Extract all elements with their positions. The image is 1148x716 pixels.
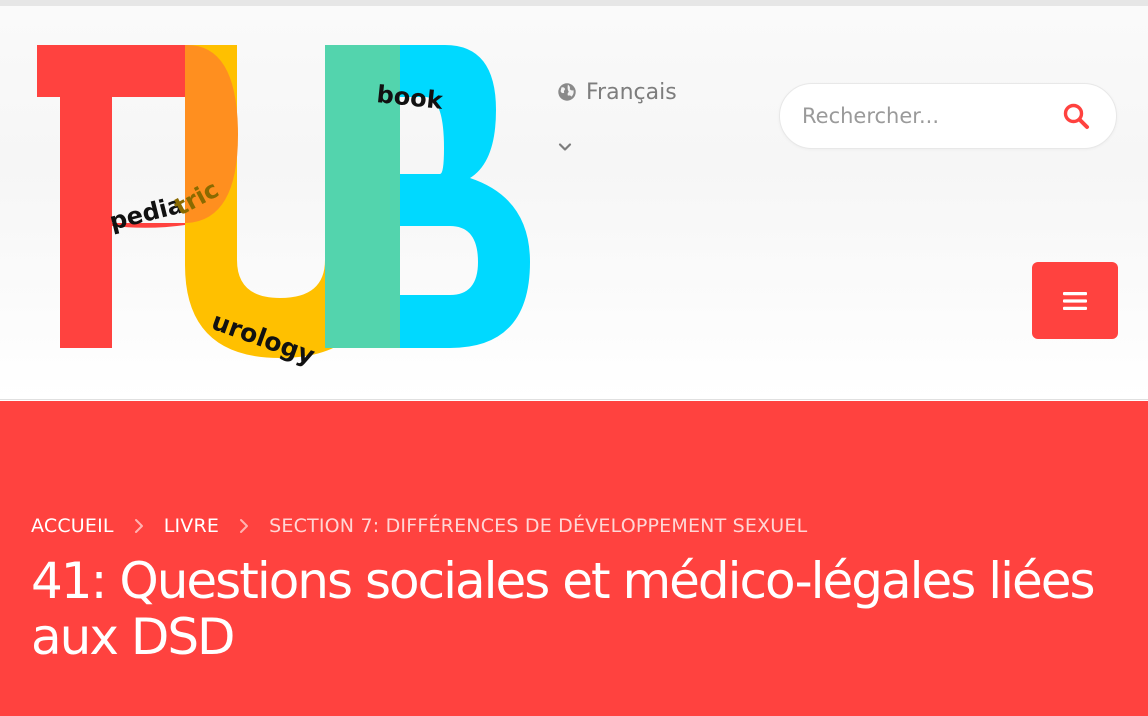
chevron-right-icon xyxy=(240,519,249,533)
page-hero: ACCUEIL LIVRE SECTION 7: DIFFÉRENCES DE … xyxy=(0,401,1148,716)
search-input[interactable] xyxy=(802,94,1052,138)
chevron-right-icon xyxy=(134,519,143,533)
menu-toggle-button[interactable] xyxy=(1032,262,1118,339)
pub-logo-graphic: pedia tric urology book xyxy=(37,45,530,370)
search-form xyxy=(779,83,1117,149)
site-header: pedia tric urology book Français xyxy=(0,6,1148,400)
breadcrumb: ACCUEIL LIVRE SECTION 7: DIFFÉRENCES DE … xyxy=(31,515,807,537)
breadcrumb-section: SECTION 7: DIFFÉRENCES DE DÉVELOPPEMENT … xyxy=(269,515,808,537)
globe-icon xyxy=(558,83,576,101)
breadcrumb-home[interactable]: ACCUEIL xyxy=(31,515,114,537)
chevron-down-icon[interactable] xyxy=(558,140,572,154)
hamburger-icon xyxy=(1063,291,1087,310)
site-logo[interactable]: pedia tric urology book xyxy=(30,40,540,370)
search-button[interactable] xyxy=(1058,99,1094,135)
search-icon xyxy=(1063,103,1089,129)
language-label: Français xyxy=(586,79,677,105)
page-title: 41: Questions sociales et médico-légales… xyxy=(31,552,1096,666)
breadcrumb-book[interactable]: LIVRE xyxy=(164,515,219,537)
language-selector[interactable]: Français xyxy=(556,76,726,166)
